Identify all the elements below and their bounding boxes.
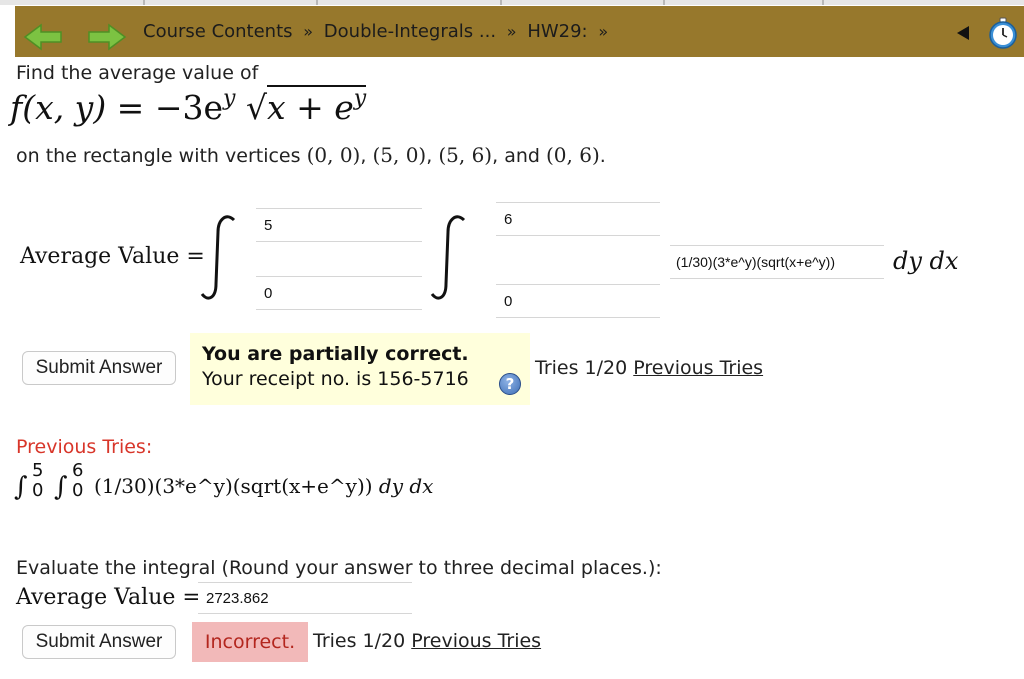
feedback-title: You are partially correct.: [202, 343, 469, 365]
function-coefficient: −3e: [154, 88, 224, 127]
feedback-box: You are partially correct. Your receipt …: [190, 333, 530, 405]
evaluate-prompt: Evaluate the integral (Round your answer…: [16, 557, 662, 579]
problem-intro: Find the average value of: [16, 62, 259, 84]
prev-inner-upper: 6: [72, 460, 84, 481]
top-strip: [0, 0, 1024, 5]
previous-try-expression: ∫ 5 0 ∫ 6 0 (1/30)(3*e^y)(sqrt(x+e^y)) d…: [14, 460, 474, 502]
sqrt-sign: √: [245, 88, 267, 127]
breadcrumb-separator: »: [303, 22, 314, 41]
prev-outer-integral-sign: ∫: [14, 472, 28, 502]
inner-upper-limit-field[interactable]: [496, 202, 660, 236]
vertex-2: (5, 0): [372, 143, 427, 167]
outer-integral-sign: [196, 214, 246, 304]
tries-count: Tries 1/20: [535, 357, 628, 379]
back-arrow-icon[interactable]: [23, 23, 63, 51]
previous-tries-link-2[interactable]: Previous Tries: [411, 630, 541, 652]
sqrt-radicand: x + ey: [267, 85, 367, 127]
prev-integrand: (1/30)(3*e^y)(sqrt(x+e^y)) dy dx: [94, 474, 434, 498]
breadcrumb-course-contents[interactable]: Course Contents: [143, 21, 293, 42]
average-value-field[interactable]: [198, 582, 412, 614]
function-exponent: y: [223, 86, 236, 111]
average-value-label-2: Average Value =: [16, 585, 201, 610]
vertex-4: (0, 6): [546, 143, 600, 167]
function-lhs: f(x, y) =: [10, 88, 145, 127]
tries-count-2: Tries 1/20: [313, 630, 406, 652]
prev-outer-lower: 0: [32, 480, 44, 501]
vertex-1: (0, 0): [306, 143, 361, 167]
tries-info: Tries 1/20 Previous Tries: [535, 357, 763, 379]
outer-upper-limit-field[interactable]: [256, 208, 422, 242]
left-triangle-icon[interactable]: [957, 26, 969, 40]
vertices-prefix: on the rectangle with vertices: [16, 145, 301, 167]
submit-answer-button-2[interactable]: Submit Answer: [22, 625, 176, 659]
forward-arrow-icon[interactable]: [87, 23, 127, 51]
vertex-3: (5, 6): [438, 143, 493, 167]
prev-outer-upper: 5: [32, 460, 44, 481]
stopwatch-icon[interactable]: [987, 17, 1019, 49]
feedback-receipt: Your receipt no. is 156-5716: [202, 368, 469, 390]
differentials: dy dx: [893, 247, 959, 275]
inner-lower-limit-field[interactable]: [496, 284, 660, 318]
vertices-text: on the rectangle with vertices (0, 0), (…: [16, 143, 606, 167]
navigation-bar: Course Contents » Double-Integrals ... »…: [15, 6, 1024, 57]
breadcrumb-double-integrals[interactable]: Double-Integrals ...: [324, 21, 496, 42]
breadcrumb-hw29[interactable]: HW29:: [527, 21, 587, 42]
prev-inner-integral-sign: ∫: [54, 472, 68, 502]
submit-answer-button[interactable]: Submit Answer: [22, 351, 176, 385]
previous-tries-heading: Previous Tries:: [16, 436, 153, 458]
previous-tries-link[interactable]: Previous Tries: [633, 357, 763, 379]
average-value-label: Average Value =: [20, 244, 205, 269]
breadcrumb-separator: »: [598, 22, 609, 41]
inner-integral-sign: [426, 214, 476, 304]
breadcrumb: Course Contents » Double-Integrals ... »…: [143, 21, 613, 42]
integrand-field[interactable]: [670, 245, 884, 279]
function-formula: f(x, y) = −3ey √x + ey: [10, 85, 367, 127]
breadcrumb-separator: »: [506, 22, 517, 41]
question-mark-icon[interactable]: ?: [499, 373, 521, 395]
outer-lower-limit-field[interactable]: [256, 276, 422, 310]
tries-info-2: Tries 1/20 Previous Tries: [313, 630, 541, 652]
vertices-and: and: [504, 145, 540, 167]
prev-inner-lower: 0: [72, 480, 84, 501]
incorrect-badge: Incorrect.: [192, 622, 308, 662]
